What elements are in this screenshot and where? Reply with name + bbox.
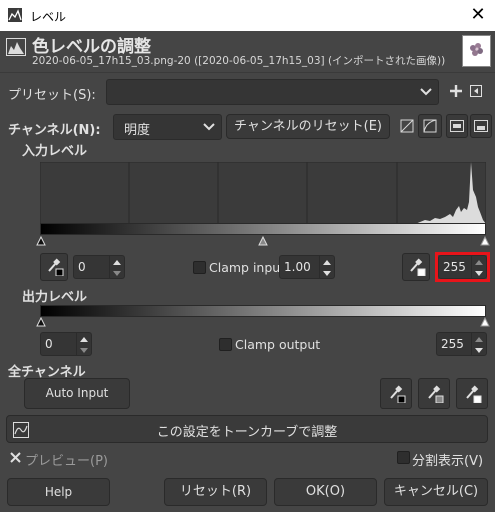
channel-combo[interactable]: 明度: [113, 114, 222, 140]
app-icon: [8, 8, 22, 22]
chevron-down-icon: [203, 123, 215, 131]
input-high-spin[interactable]: 255: [438, 255, 487, 279]
separator: [0, 72, 495, 73]
gamma-value: 1.00: [284, 260, 311, 274]
log-histogram-icon: [423, 119, 437, 133]
auto-input-levels-button[interactable]: Auto Input Levels: [24, 378, 130, 429]
edit-as-curves-label: この設定をトーンカーブで調整: [156, 425, 338, 440]
channel-value: 明度: [124, 123, 151, 138]
output-sliders[interactable]: [36, 317, 490, 327]
title-bar: レベル ✕: [0, 0, 495, 31]
chevron-down-icon: [420, 88, 432, 96]
histogram-mode-button[interactable]: [446, 114, 468, 138]
clamp-output-checkbox[interactable]: [219, 338, 232, 351]
preview-check-icon[interactable]: [10, 452, 21, 463]
input-low-spin[interactable]: 0: [73, 255, 125, 279]
split-view-checkbox[interactable]: [397, 451, 410, 464]
spin-arrows[interactable]: [471, 333, 486, 355]
image-name: 2020-06-05_17h15_03.png-20 ([2020-06-05_…: [32, 55, 446, 67]
edit-as-curves-button[interactable]: この設定をトーンカーブで調整: [6, 415, 488, 443]
eyedropper-gray-icon: [428, 385, 444, 403]
input-histogram: [40, 162, 486, 224]
spin-arrows-icon: [475, 337, 483, 353]
histogram-alt-button[interactable]: [470, 114, 492, 138]
spin-arrows[interactable]: [76, 333, 91, 355]
preview-label: プレビュー(P): [25, 454, 108, 469]
white-point-picker-button[interactable]: [402, 253, 430, 281]
eyedropper-white-icon: [410, 258, 426, 276]
pick-black-all-button[interactable]: [380, 378, 412, 409]
input-sliders[interactable]: [36, 236, 490, 246]
black-point-picker-button[interactable]: [40, 253, 68, 281]
levels-icon: [6, 38, 26, 56]
input-levels-heading: 入力レベル: [22, 144, 88, 159]
spin-arrows[interactable]: [471, 256, 486, 278]
input-low-value: 0: [78, 260, 86, 274]
image-thumbnail: [462, 35, 491, 67]
output-gradient: [40, 305, 486, 317]
levels-dialog: レベル ✕ 色レベルの調整 2020-06-05_17h15_03.png-20…: [0, 0, 495, 512]
reset-button[interactable]: リセット(R): [164, 478, 267, 506]
presets-label: プリセット(S):: [8, 88, 96, 103]
input-high-value: 255: [443, 260, 466, 274]
clamp-input-checkbox[interactable]: [193, 261, 206, 274]
presets-combo[interactable]: [106, 79, 439, 105]
output-levels-heading: 出力レベル: [22, 290, 88, 305]
eyedropper-white-icon: [466, 385, 482, 403]
output-low-spin[interactable]: 0: [40, 332, 92, 356]
spin-arrows[interactable]: [109, 256, 124, 278]
input-gradient: [40, 223, 486, 235]
spin-arrows-icon: [475, 260, 483, 276]
add-preset-icon[interactable]: [450, 85, 462, 97]
window-title: レベル: [30, 10, 67, 24]
output-low-value: 0: [45, 337, 53, 351]
preset-menu-icon[interactable]: [470, 85, 482, 97]
ok-button[interactable]: OK(O): [274, 478, 377, 506]
spin-arrows[interactable]: [319, 256, 334, 278]
output-high-spin[interactable]: 255: [436, 332, 487, 356]
channel-reset-button[interactable]: チャンネルのリセット(E): [226, 114, 390, 139]
eyedropper-black-icon: [48, 258, 64, 276]
close-icon[interactable]: ✕: [467, 4, 489, 26]
pick-gray-all-button[interactable]: [418, 378, 450, 409]
spin-arrows-icon: [80, 337, 88, 353]
histogram-icon: [450, 120, 464, 132]
eyedropper-black-icon: [390, 385, 406, 403]
log-histogram-button[interactable]: [418, 114, 442, 138]
histogram-alt-icon: [474, 120, 488, 132]
pick-white-all-button[interactable]: [456, 378, 488, 409]
clamp-input-label: Clamp input: [209, 260, 286, 275]
cancel-button[interactable]: キャンセル(C): [384, 478, 488, 506]
linear-histogram-icon[interactable]: [400, 119, 414, 133]
gamma-spin[interactable]: 1.00: [279, 255, 335, 279]
spin-arrows-icon: [113, 260, 121, 276]
clamp-output-label: Clamp output: [235, 337, 321, 352]
channel-label: チャンネル(N):: [8, 123, 101, 138]
split-view-label: 分割表示(V): [412, 454, 484, 469]
help-button[interactable]: Help: [7, 478, 110, 506]
output-high-value: 255: [441, 337, 464, 351]
spin-arrows-icon: [323, 260, 331, 276]
